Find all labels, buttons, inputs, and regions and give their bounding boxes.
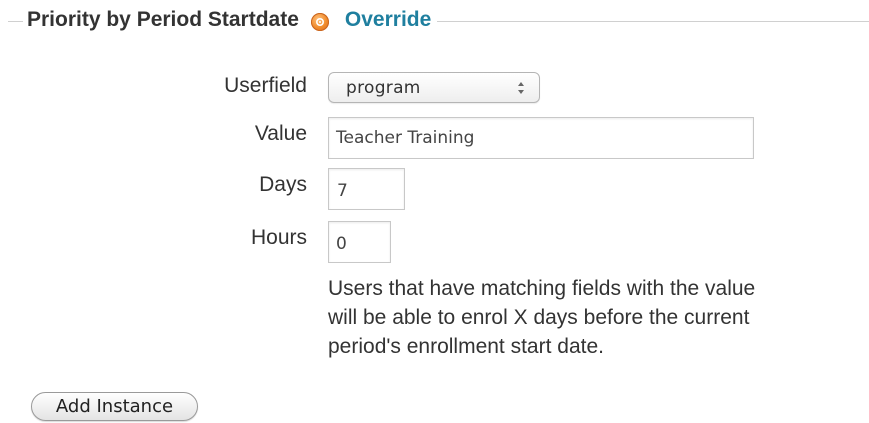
hours-input[interactable]: 0 [328, 221, 391, 263]
days-label: Days [259, 173, 307, 196]
value-label: Value [254, 122, 307, 145]
section-title: Priority by Period Startdate [27, 8, 299, 31]
userfield-select[interactable]: program [328, 72, 540, 103]
help-text-line: will be able to enrol X days before the … [328, 306, 750, 329]
override-link[interactable]: Override [345, 8, 431, 32]
value-input[interactable]: Teacher Training [328, 117, 754, 159]
help-icon[interactable] [310, 13, 329, 31]
help-description: Users that have matching fields with the… [328, 274, 869, 361]
select-arrows-icon [518, 82, 524, 94]
help-icon-glyph [315, 17, 324, 27]
fieldset-legend: Priority by Period Startdate Override [23, 4, 438, 36]
userfield-selected-value: program [346, 78, 421, 98]
add-instance-button[interactable]: Add Instance [31, 392, 198, 421]
help-text-line: period's enrollment start date. [328, 335, 604, 358]
hours-label: Hours [250, 226, 307, 249]
days-input[interactable]: 7 [328, 168, 405, 210]
userfield-label: Userfield [224, 74, 307, 97]
help-text-line: Users that have matching fields with the… [328, 277, 756, 300]
